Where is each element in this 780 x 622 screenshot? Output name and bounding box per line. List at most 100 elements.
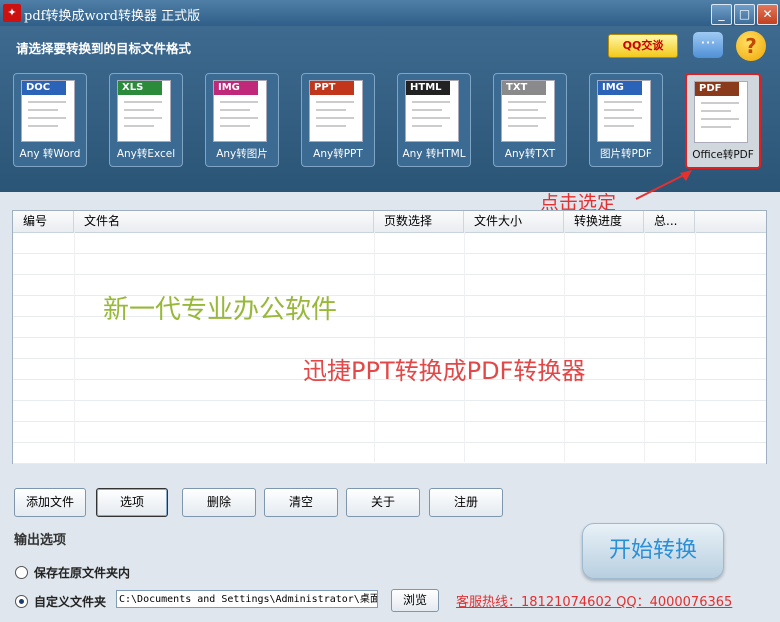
document-line <box>316 125 346 127</box>
document-line <box>508 117 546 119</box>
format-label: Any转PPT <box>313 148 363 160</box>
format-tile[interactable]: IMG 图片转PDF <box>589 73 663 167</box>
delete-button[interactable]: 删除 <box>182 488 256 517</box>
document-line <box>316 117 354 119</box>
column-divider <box>644 232 645 462</box>
column-header[interactable]: 页数选择 <box>374 211 464 232</box>
maximize-button[interactable]: □ <box>734 4 755 25</box>
document-icon: HTML <box>405 80 459 142</box>
document-line <box>604 117 642 119</box>
output-options-title: 输出选项 <box>14 533 67 548</box>
maximize-icon: □ <box>738 7 751 21</box>
document-line <box>28 117 66 119</box>
radio-custom-folder[interactable] <box>15 595 28 608</box>
add-file-button[interactable]: 添加文件 <box>14 488 86 517</box>
title-bar: ✦ pdf转换成word转换器 正式版 _ □ ✕ <box>0 0 780 26</box>
table-row <box>13 400 766 422</box>
column-header[interactable]: 文件大小 <box>464 211 564 232</box>
document-line <box>412 109 442 111</box>
format-tile[interactable]: PPT Any转PPT <box>301 73 375 167</box>
document-line <box>220 101 258 103</box>
document-icon: TXT <box>501 80 555 142</box>
column-divider <box>564 232 565 462</box>
close-button[interactable]: ✕ <box>757 4 778 25</box>
radio-original-label[interactable]: 保存在原文件夹内 <box>34 564 130 581</box>
window-title: pdf转换成word转换器 正式版 <box>24 9 201 24</box>
clear-button[interactable]: 清空 <box>264 488 338 517</box>
question-mark-icon[interactable]: ? <box>736 31 766 61</box>
radio-original-folder[interactable] <box>15 566 28 579</box>
format-label: Any 转Word <box>19 148 81 160</box>
close-icon: ✕ <box>762 7 773 21</box>
about-button[interactable]: 关于 <box>346 488 420 517</box>
column-header[interactable]: 总... <box>644 211 695 232</box>
document-line <box>508 101 546 103</box>
document-line <box>508 125 538 127</box>
format-badge: PPT <box>310 81 354 95</box>
start-convert-button[interactable]: 开始转换 <box>582 523 724 579</box>
document-line <box>124 117 162 119</box>
column-divider <box>74 232 75 462</box>
column-header[interactable]: 编号 <box>13 211 74 232</box>
document-line <box>508 109 538 111</box>
watermark-slogan: 新一代专业办公软件 <box>103 295 338 325</box>
document-line <box>412 101 450 103</box>
document-line <box>701 110 731 112</box>
format-badge: HTML <box>406 81 450 95</box>
arrow-icon <box>635 170 692 200</box>
options-button[interactable]: 选项 <box>96 488 168 517</box>
document-icon: PDF <box>694 81 748 143</box>
document-line <box>412 125 442 127</box>
document-line <box>701 118 739 120</box>
column-divider <box>374 232 375 462</box>
radio-custom-label[interactable]: 自定义文件夹 <box>34 593 106 610</box>
format-tile[interactable]: TXT Any转TXT <box>493 73 567 167</box>
hotline-link[interactable]: 客服热线：18121074602 QQ：4000076365 <box>456 591 732 610</box>
format-tile[interactable]: HTML Any 转HTML <box>397 73 471 167</box>
output-path-field[interactable]: C:\Documents and Settings\Administrator\… <box>116 590 378 608</box>
format-tile[interactable]: PDF Office转PDF <box>685 73 761 169</box>
document-line <box>124 109 154 111</box>
document-line <box>316 101 354 103</box>
document-line <box>604 101 642 103</box>
document-line <box>28 101 66 103</box>
format-tile[interactable]: DOC Any 转Word <box>13 73 87 167</box>
document-line <box>220 109 250 111</box>
table-row <box>13 232 766 254</box>
column-header[interactable]: 转换进度 <box>564 211 644 232</box>
table-header: 编号 文件名 页数选择 文件大小 转换进度 总... <box>13 211 766 233</box>
format-badge: XLS <box>118 81 162 95</box>
column-divider <box>464 232 465 462</box>
minimize-button[interactable]: _ <box>711 4 732 25</box>
table-row <box>13 442 766 464</box>
format-badge: TXT <box>502 81 546 95</box>
file-table[interactable]: 编号 文件名 页数选择 文件大小 转换进度 总... 新一代专业办公软件 迅捷P… <box>12 210 767 464</box>
browse-button[interactable]: 浏览 <box>391 589 439 612</box>
document-line <box>701 126 731 128</box>
speech-bubble-icon[interactable]: ··· <box>693 32 723 58</box>
document-line <box>701 102 739 104</box>
document-line <box>220 117 258 119</box>
format-label: 图片转PDF <box>600 148 652 160</box>
format-tile[interactable]: IMG Any转图片 <box>205 73 279 167</box>
document-line <box>220 125 250 127</box>
document-line <box>604 109 634 111</box>
document-icon: IMG <box>597 80 651 142</box>
document-icon: IMG <box>213 80 267 142</box>
document-icon: XLS <box>117 80 171 142</box>
document-line <box>412 117 450 119</box>
column-header[interactable]: 文件名 <box>74 211 374 232</box>
qq-chat-button[interactable]: QQ交谈 <box>608 34 678 58</box>
document-line <box>316 109 346 111</box>
document-icon: PPT <box>309 80 363 142</box>
table-row <box>13 253 766 275</box>
format-prompt: 请选择要转换到的目标文件格式 <box>16 41 192 56</box>
watermark-product: 迅捷PPT转换成PDF转换器 <box>303 357 586 385</box>
format-label: Any转Excel <box>116 148 176 160</box>
format-tile[interactable]: XLS Any转Excel <box>109 73 183 167</box>
register-button[interactable]: 注册 <box>429 488 503 517</box>
format-label: Office转PDF <box>692 149 754 161</box>
document-line <box>28 109 58 111</box>
table-row <box>13 421 766 443</box>
pdf-app-icon: ✦ <box>3 4 21 22</box>
